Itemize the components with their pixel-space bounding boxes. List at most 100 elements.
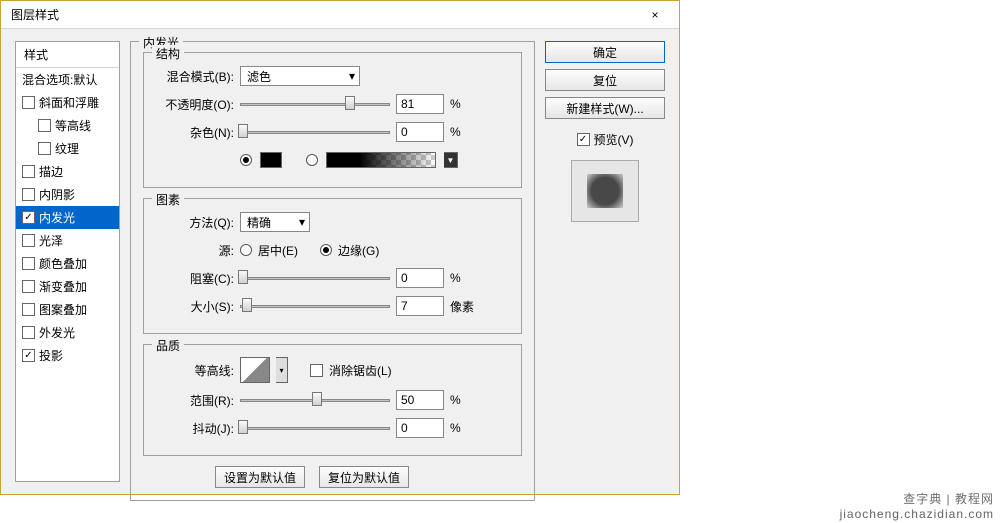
sidebar-item-2[interactable]: 纹理: [16, 137, 119, 160]
sidebar-item-label: 等高线: [55, 117, 91, 134]
elements-title: 图素: [152, 191, 184, 208]
sidebar-item-1[interactable]: 等高线: [16, 114, 119, 137]
sidebar-item-label: 外发光: [39, 324, 75, 341]
layer-style-dialog: 图层样式 × 样式 混合选项:默认 斜面和浮雕等高线纹理描边内阴影内发光光泽颜色…: [0, 0, 680, 495]
sidebar-checkbox[interactable]: [22, 280, 35, 293]
sidebar-item-5[interactable]: 内发光: [16, 206, 119, 229]
sidebar-item-7[interactable]: 颜色叠加: [16, 252, 119, 275]
window-title: 图层样式: [11, 6, 59, 23]
sidebar-item-label: 纹理: [55, 140, 79, 157]
opacity-label: 不透明度(O):: [156, 96, 234, 113]
sidebar-item-label: 内发光: [39, 209, 75, 226]
structure-subgroup: 结构 混合模式(B): 滤色 ▾ 不透明度(O): 81 %: [143, 52, 522, 188]
quality-subgroup: 品质 等高线: ▾ 消除锯齿(L) 范围(R): 50 %: [143, 344, 522, 456]
sidebar-checkbox[interactable]: [22, 165, 35, 178]
sidebar-item-10[interactable]: 外发光: [16, 321, 119, 344]
sidebar-item-9[interactable]: 图案叠加: [16, 298, 119, 321]
sidebar-item-label: 内阴影: [39, 186, 75, 203]
sidebar-checkbox[interactable]: [22, 349, 35, 362]
sidebar-checkbox[interactable]: [22, 234, 35, 247]
jitter-input[interactable]: 0: [396, 418, 444, 438]
sidebar-checkbox[interactable]: [22, 96, 35, 109]
watermark-line2: jiaocheng.chazidian.com: [840, 507, 994, 521]
opacity-input[interactable]: 81: [396, 94, 444, 114]
styles-sidebar: 样式 混合选项:默认 斜面和浮雕等高线纹理描边内阴影内发光光泽颜色叠加渐变叠加图…: [15, 41, 120, 482]
blend-mode-label: 混合模式(B):: [156, 68, 234, 85]
antialias-checkbox[interactable]: [310, 364, 323, 377]
ok-button[interactable]: 确定: [545, 41, 665, 63]
source-center-label: 居中(E): [258, 242, 298, 259]
make-default-button[interactable]: 设置为默认值: [215, 466, 305, 488]
sidebar-item-11[interactable]: 投影: [16, 344, 119, 367]
noise-slider[interactable]: [240, 123, 390, 141]
close-icon: ×: [651, 8, 658, 22]
structure-title: 结构: [152, 45, 184, 62]
opacity-slider[interactable]: [240, 95, 390, 113]
gradient-radio[interactable]: [306, 154, 318, 166]
sidebar-item-label: 渐变叠加: [39, 278, 87, 295]
watermark-line1: 查字典 | 教程网: [903, 490, 994, 507]
sidebar-checkbox[interactable]: [22, 211, 35, 224]
range-input[interactable]: 50: [396, 390, 444, 410]
new-style-button[interactable]: 新建样式(W)...: [545, 97, 665, 119]
size-input[interactable]: 7: [396, 296, 444, 316]
sidebar-item-label: 光泽: [39, 232, 63, 249]
sidebar-header[interactable]: 样式: [16, 42, 119, 68]
contour-swatch[interactable]: [240, 357, 270, 383]
sidebar-blend-options[interactable]: 混合选项:默认: [16, 68, 119, 91]
right-column: 确定 复位 新建样式(W)... 预览(V): [545, 41, 665, 482]
choke-input[interactable]: 0: [396, 268, 444, 288]
sidebar-item-label: 投影: [39, 347, 63, 364]
close-button[interactable]: ×: [637, 4, 673, 26]
sidebar-item-8[interactable]: 渐变叠加: [16, 275, 119, 298]
range-slider[interactable]: [240, 391, 390, 409]
sidebar-checkbox[interactable]: [22, 303, 35, 316]
elements-subgroup: 图素 方法(Q): 精确 ▾ 源: 居中(E) 边缘: [143, 198, 522, 334]
sidebar-checkbox[interactable]: [22, 326, 35, 339]
color-radio[interactable]: [240, 154, 252, 166]
preview-checkbox[interactable]: [577, 133, 590, 146]
chevron-down-icon: ▾: [299, 215, 305, 229]
sidebar-item-0[interactable]: 斜面和浮雕: [16, 91, 119, 114]
reset-default-button[interactable]: 复位为默认值: [319, 466, 409, 488]
choke-label: 阻塞(C):: [156, 270, 234, 287]
preview-label: 预览(V): [594, 131, 634, 148]
sidebar-checkbox[interactable]: [38, 142, 51, 155]
quality-title: 品质: [152, 337, 184, 354]
contour-dropdown-icon[interactable]: ▾: [276, 357, 288, 383]
sidebar-item-6[interactable]: 光泽: [16, 229, 119, 252]
source-edge-radio[interactable]: [320, 244, 332, 256]
sidebar-item-3[interactable]: 描边: [16, 160, 119, 183]
sidebar-checkbox[interactable]: [22, 257, 35, 270]
blend-mode-select[interactable]: 滤色 ▾: [240, 66, 360, 86]
technique-label: 方法(Q):: [156, 214, 234, 231]
sidebar-checkbox[interactable]: [22, 188, 35, 201]
inner-glow-group: 内发光 结构 混合模式(B): 滤色 ▾ 不透明度(O): 81: [130, 41, 535, 501]
sidebar-item-label: 斜面和浮雕: [39, 94, 99, 111]
sidebar-checkbox[interactable]: [38, 119, 51, 132]
noise-label: 杂色(N):: [156, 124, 234, 141]
main-panel: 内发光 结构 混合模式(B): 滤色 ▾ 不透明度(O): 81: [130, 41, 535, 482]
glow-color-swatch[interactable]: [260, 152, 282, 168]
jitter-label: 抖动(J):: [156, 420, 234, 437]
choke-slider[interactable]: [240, 269, 390, 287]
size-label: 大小(S):: [156, 298, 234, 315]
technique-select[interactable]: 精确 ▾: [240, 212, 310, 232]
source-edge-label: 边缘(G): [338, 242, 379, 259]
glow-gradient-swatch[interactable]: [326, 152, 436, 168]
titlebar: 图层样式 ×: [1, 1, 679, 29]
antialias-label: 消除锯齿(L): [329, 362, 392, 379]
size-slider[interactable]: [240, 297, 390, 315]
range-label: 范围(R):: [156, 392, 234, 409]
noise-input[interactable]: 0: [396, 122, 444, 142]
source-label: 源:: [156, 242, 234, 259]
gradient-dropdown-icon[interactable]: ▼: [444, 152, 458, 168]
sidebar-item-label: 描边: [39, 163, 63, 180]
contour-label: 等高线:: [156, 362, 234, 379]
jitter-slider[interactable]: [240, 419, 390, 437]
source-center-radio[interactable]: [240, 244, 252, 256]
cancel-button[interactable]: 复位: [545, 69, 665, 91]
preview-swatch: [587, 174, 623, 208]
sidebar-item-label: 颜色叠加: [39, 255, 87, 272]
sidebar-item-4[interactable]: 内阴影: [16, 183, 119, 206]
